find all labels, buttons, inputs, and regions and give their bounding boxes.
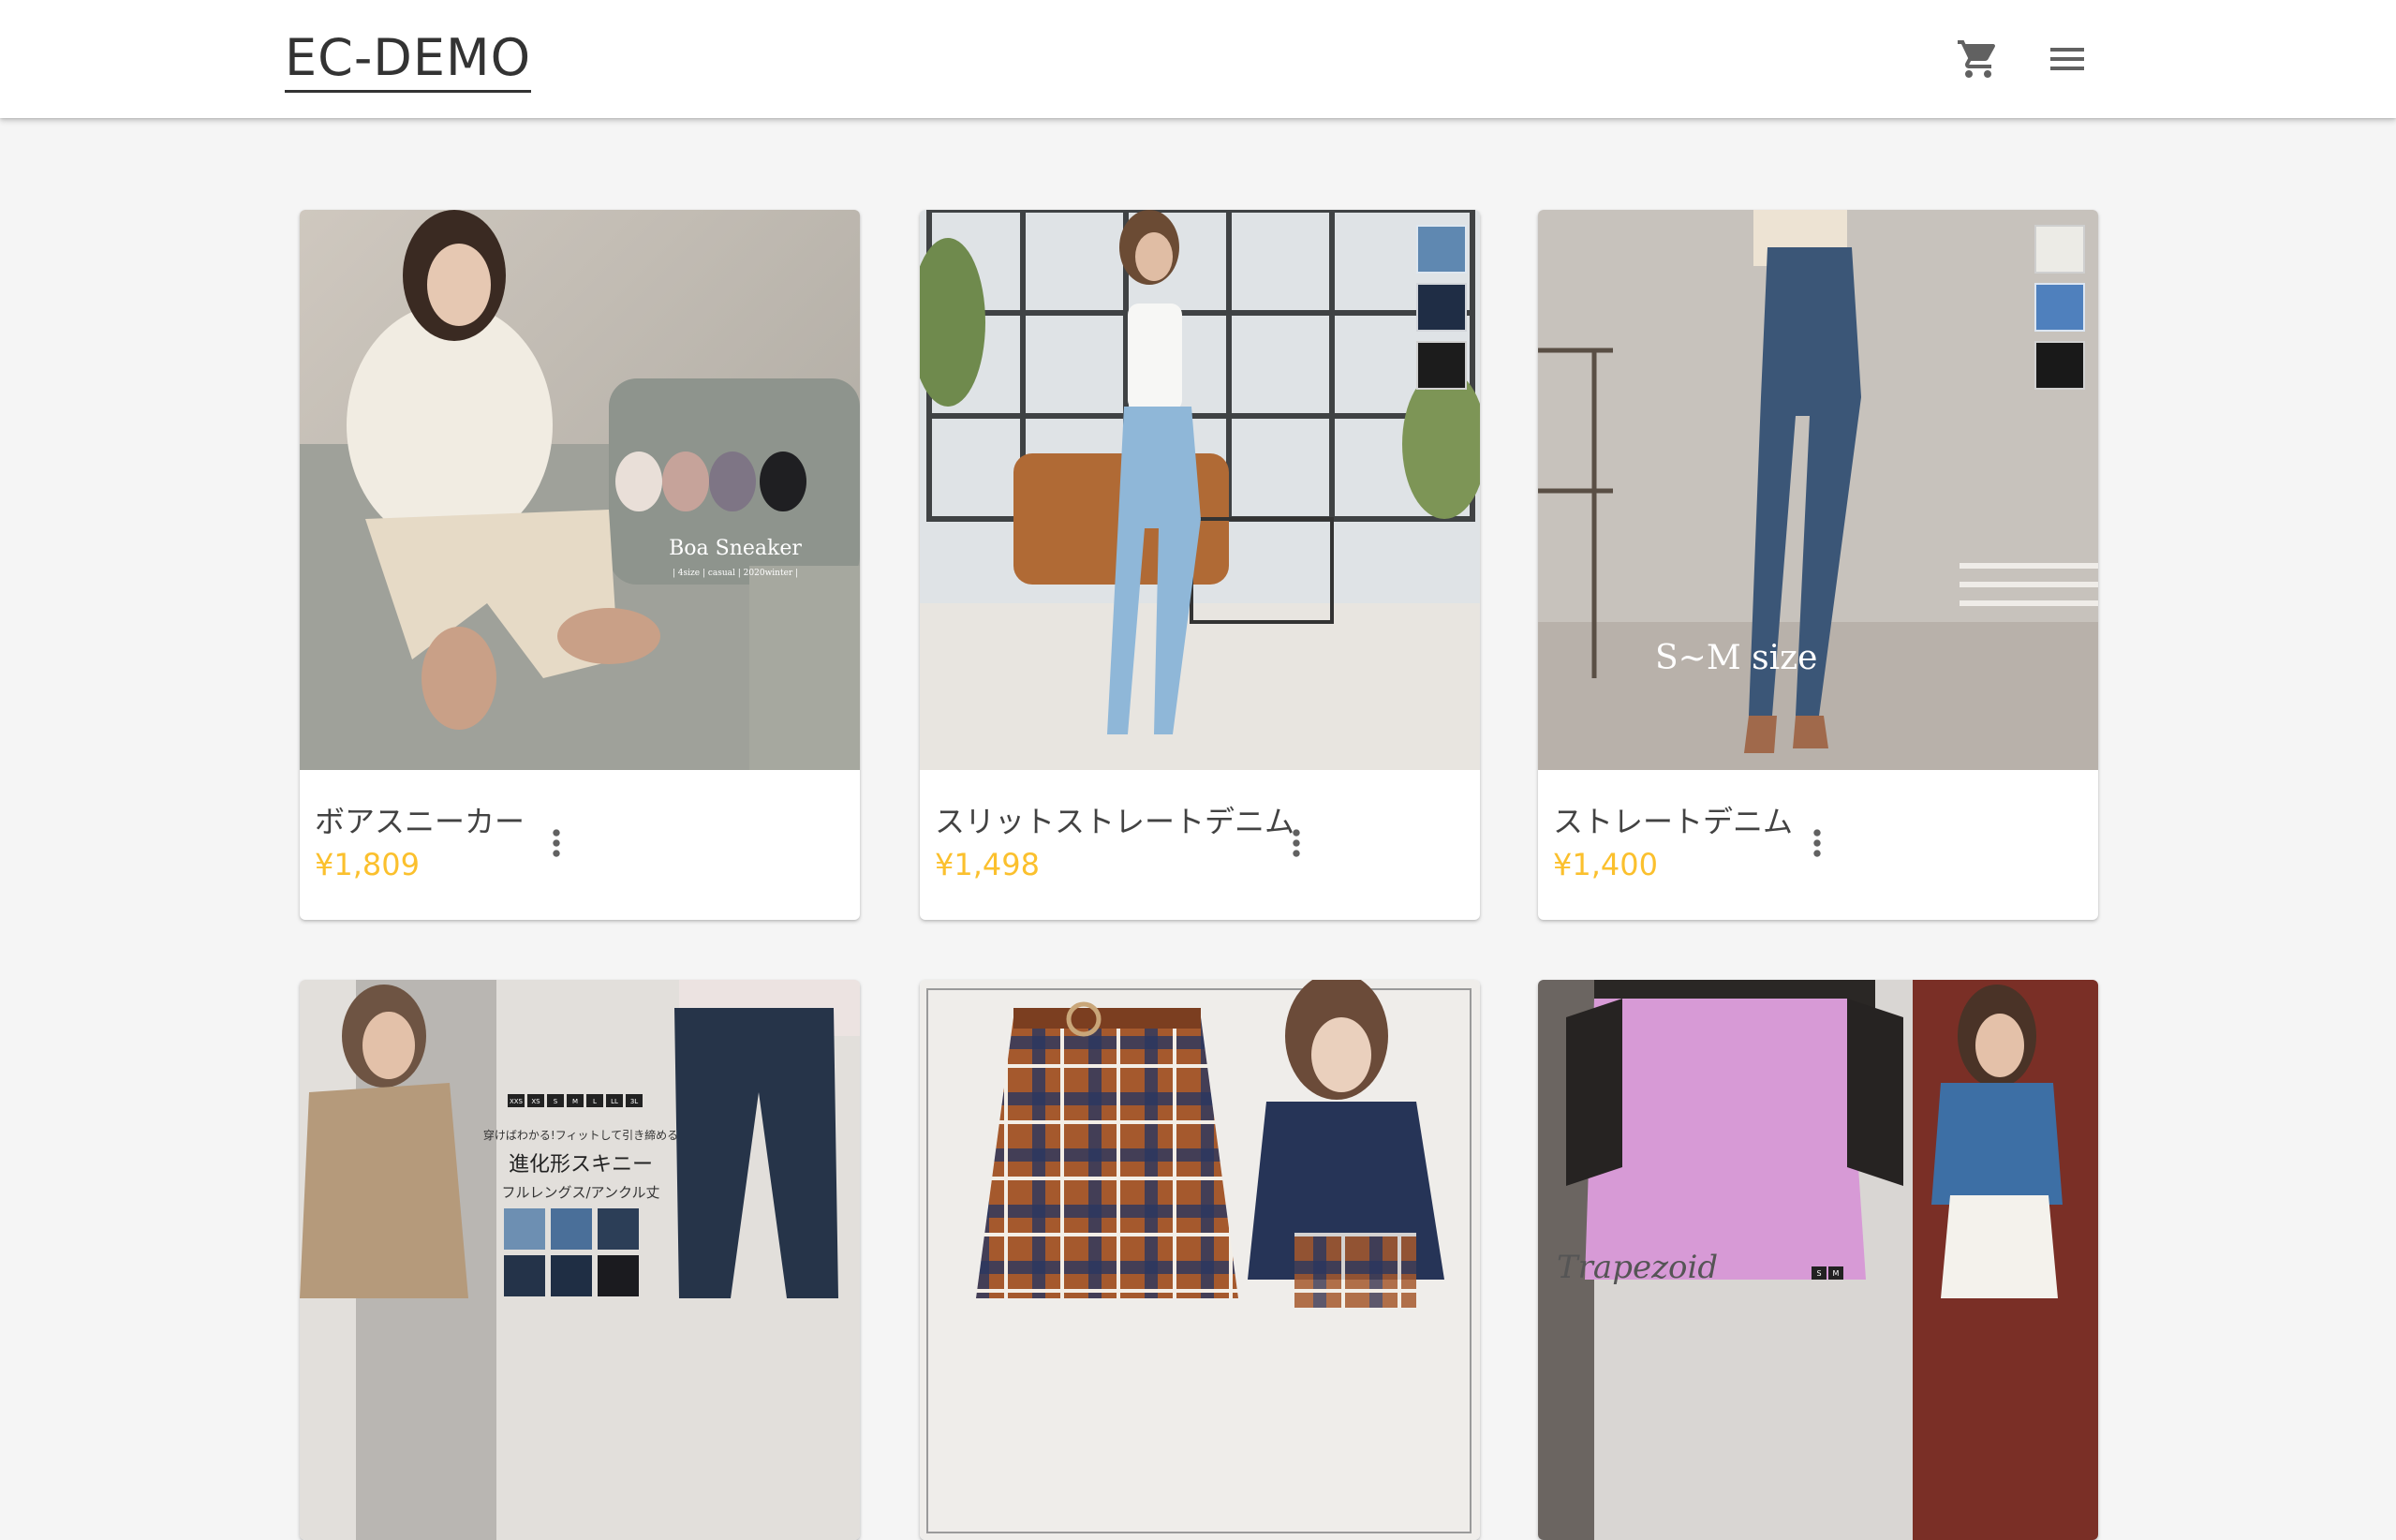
more-vert-icon	[553, 829, 560, 857]
svg-text:M: M	[1833, 1269, 1840, 1278]
menu-button[interactable]	[2039, 31, 2095, 87]
product-info: ボアスニーカー ¥1,809	[300, 770, 860, 920]
product-card[interactable]: Trapezoid S M	[1538, 980, 2098, 1540]
color-swatches	[2034, 225, 2085, 390]
product-info: ストレートデニム ¥1,400	[1538, 770, 2098, 920]
image-subtitle: | 4size | casual | 2020winter |	[673, 569, 798, 578]
image-title: S~M size	[1655, 639, 1817, 677]
product-price: ¥1,809	[315, 847, 420, 882]
hamburger-menu-icon	[2050, 48, 2084, 70]
svg-text:S: S	[554, 1098, 558, 1105]
app-logo[interactable]: EC-DEMO	[285, 28, 532, 93]
product-image[interactable]	[920, 210, 1480, 770]
product-info: スリットストレートデニム ¥1,498	[920, 770, 1480, 920]
color-swatch[interactable]	[2034, 341, 2085, 390]
product-card[interactable]: Boa Sneaker | 4size | casual | 2020winte…	[300, 210, 860, 920]
more-vert-icon	[1813, 829, 1821, 857]
app-bar: EC-DEMO	[0, 0, 2396, 118]
product-image[interactable]: XXS XS S M L LL 3L 穿けばわかる!フィットして引き締める 進化…	[300, 980, 860, 1540]
product-card[interactable]: S~M size ストレートデニム ¥1,400	[1538, 210, 2098, 920]
color-swatches	[1416, 225, 1467, 390]
image-title: Boa Sneaker	[669, 537, 802, 560]
cart-button[interactable]	[1950, 31, 2006, 87]
color-swatch[interactable]	[1416, 341, 1467, 390]
more-options-button[interactable]	[1797, 817, 1838, 869]
color-swatch[interactable]	[2034, 225, 2085, 274]
image-title: 進化形スキニー	[509, 1153, 653, 1177]
product-image[interactable]: S~M size	[1538, 210, 2098, 770]
more-options-button[interactable]	[536, 817, 577, 869]
more-vert-icon	[1293, 829, 1300, 857]
svg-text:XS: XS	[531, 1098, 540, 1105]
product-image[interactable]: Trapezoid S M	[1538, 980, 2098, 1540]
color-swatch[interactable]	[1416, 283, 1467, 332]
product-card[interactable]	[920, 980, 1480, 1540]
svg-text:L: L	[593, 1098, 597, 1105]
image-caption: 穿けばわかる!フィットして引き締める	[483, 1128, 678, 1142]
svg-text:3L: 3L	[630, 1098, 638, 1105]
size-tags: XXS XS S M L LL 3L	[508, 1094, 643, 1107]
more-options-button[interactable]	[1276, 817, 1317, 869]
product-card[interactable]: XXS XS S M L LL 3L 穿けばわかる!フィットして引き締める 進化…	[300, 980, 860, 1540]
image-title: Trapezoid	[1557, 1249, 1718, 1286]
product-name: ボアスニーカー	[315, 804, 525, 839]
product-image[interactable]: Boa Sneaker | 4size | casual | 2020winte…	[300, 210, 860, 770]
cart-icon	[1958, 40, 1996, 78]
svg-text:LL: LL	[611, 1098, 618, 1105]
color-swatch[interactable]	[1416, 225, 1467, 274]
product-price: ¥1,498	[935, 847, 1040, 882]
color-swatch[interactable]	[2034, 283, 2085, 332]
product-name: スリットストレートデニム	[935, 804, 1295, 839]
product-price: ¥1,400	[1553, 847, 1658, 882]
svg-text:XXS: XXS	[510, 1098, 524, 1105]
svg-text:M: M	[572, 1098, 578, 1105]
product-image[interactable]	[920, 980, 1480, 1540]
svg-text:S: S	[1816, 1269, 1821, 1278]
product-name: ストレートデニム	[1553, 804, 1794, 839]
product-card[interactable]: スリットストレートデニム ¥1,498	[920, 210, 1480, 920]
image-subtitle: フルレングス/アンクル丈	[501, 1184, 659, 1201]
